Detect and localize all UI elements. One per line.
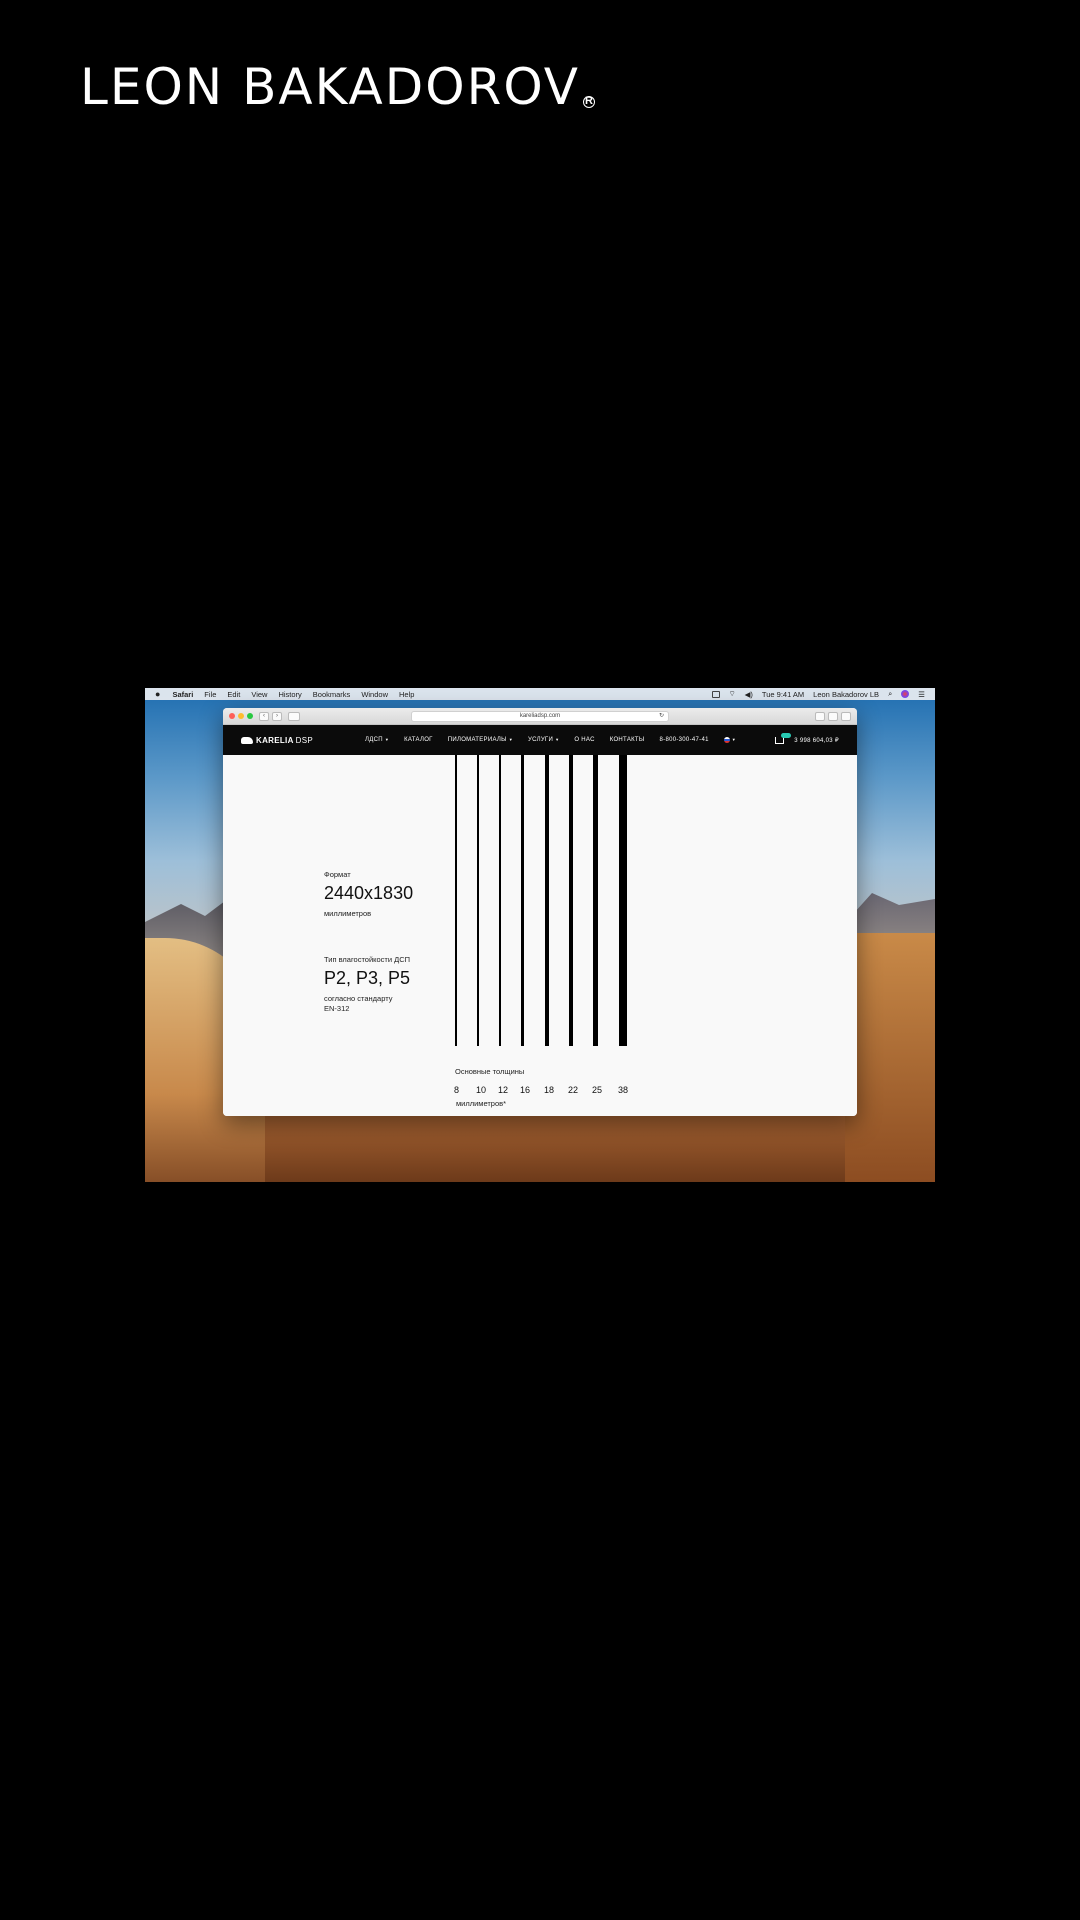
bear-logo-icon bbox=[241, 736, 253, 744]
close-window-icon[interactable] bbox=[229, 713, 235, 719]
nav-about[interactable]: О НАС bbox=[574, 737, 594, 743]
toolbar-right bbox=[812, 712, 851, 721]
moisture-standard: EN-312 bbox=[324, 1004, 350, 1013]
nav-services[interactable]: УСЛУГИ ▼ bbox=[528, 737, 559, 743]
thickness-bar bbox=[499, 755, 502, 1046]
thickness-value: 8 bbox=[454, 1085, 460, 1095]
thickness-bar bbox=[455, 755, 457, 1046]
menu-safari[interactable]: Safari bbox=[172, 690, 193, 699]
site-header: KARELIA DSP ЛДСП ▼ КАТАЛОГ ПИЛОМАТЕРИАЛЫ ▼… bbox=[223, 725, 857, 755]
nav-label: ПИЛОМАТЕРИАЛЫ bbox=[447, 737, 507, 743]
forward-button[interactable]: › bbox=[272, 711, 282, 721]
cart-button[interactable]: 3 998 604,03 ₽ bbox=[775, 732, 839, 744]
brand-logo: LEON BAKADOROV R bbox=[80, 62, 595, 112]
apple-menu-icon[interactable]: ● bbox=[155, 689, 160, 699]
moisture-note: согласно стандарту bbox=[324, 994, 393, 1003]
thickness-value: 38 bbox=[618, 1085, 629, 1095]
thickness-bar bbox=[545, 755, 549, 1046]
siri-icon[interactable] bbox=[901, 690, 910, 698]
thickness-unit: миллиметров* bbox=[456, 1099, 507, 1108]
registered-mark-icon: R bbox=[583, 96, 595, 108]
thickness-value: 18 bbox=[544, 1085, 555, 1095]
thickness-value: 25 bbox=[592, 1085, 603, 1095]
macos-desktop: ● Safari File Edit View History Bookmark… bbox=[145, 688, 935, 1182]
cart-icon bbox=[775, 732, 792, 744]
moisture-label: Тип влагостойкости ДСП bbox=[324, 955, 411, 964]
product-specs: Формат 2440x1830 миллиметров Тип влагост… bbox=[223, 755, 857, 1116]
thickness-value: 22 bbox=[568, 1085, 579, 1095]
wallpaper-dune bbox=[845, 933, 935, 1182]
format-unit: миллиметров bbox=[324, 909, 372, 918]
nav-label: УСЛУГИ bbox=[528, 737, 554, 743]
airplay-icon[interactable] bbox=[711, 690, 720, 698]
moisture-value: P2, P3, P5 bbox=[324, 968, 411, 988]
share-icon[interactable] bbox=[815, 712, 825, 721]
menu-edit[interactable]: Edit bbox=[227, 690, 240, 699]
nav-label: ЛДСП bbox=[365, 737, 383, 743]
menubar-status: ⌔ ◀) Tue 9:41 AM Leon Bakadorov LB ⌕ ☰ bbox=[703, 689, 925, 699]
cart-badge bbox=[781, 732, 792, 738]
back-button[interactable]: ‹ bbox=[259, 711, 269, 721]
url-text: kareliadsp.com bbox=[519, 713, 561, 719]
thickness-bar bbox=[477, 755, 479, 1046]
sidebar-toggle-icon[interactable] bbox=[288, 711, 300, 721]
thickness-bar bbox=[569, 755, 574, 1046]
format-value: 2440x1830 bbox=[324, 883, 414, 903]
logo-thin-text: DSP bbox=[295, 735, 314, 745]
zoom-window-icon[interactable] bbox=[247, 713, 253, 719]
russian-flag-icon bbox=[723, 736, 730, 743]
site-logo[interactable]: KARELIA DSP bbox=[241, 736, 313, 745]
menu-view[interactable]: View bbox=[251, 690, 267, 699]
nav-ldsp[interactable]: ЛДСП ▼ bbox=[365, 737, 389, 743]
menu-bookmarks[interactable]: Bookmarks bbox=[313, 690, 351, 699]
thickness-bar bbox=[619, 755, 627, 1046]
menu-file[interactable]: File bbox=[204, 690, 216, 699]
macos-menubar: ● Safari File Edit View History Bookmark… bbox=[145, 688, 935, 700]
thickness-value: 12 bbox=[498, 1085, 509, 1095]
nav-contacts[interactable]: КОНТАКТЫ bbox=[610, 737, 645, 743]
thickness-value: 10 bbox=[476, 1085, 487, 1095]
volume-icon[interactable]: ◀) bbox=[745, 690, 753, 699]
menu-help[interactable]: Help bbox=[399, 690, 414, 699]
wifi-icon[interactable]: ⌔ bbox=[729, 689, 736, 699]
language-selector[interactable]: ▼ bbox=[723, 736, 736, 744]
address-bar[interactable]: kareliadsp.com ↻ bbox=[411, 711, 669, 722]
logo-bold-text: KARELIA bbox=[256, 735, 294, 745]
new-tab-icon[interactable] bbox=[841, 712, 851, 721]
thickness-bar bbox=[593, 755, 598, 1046]
spotlight-icon[interactable]: ⌕ bbox=[888, 689, 892, 699]
tabs-overview-icon[interactable] bbox=[828, 712, 838, 721]
chevron-down-icon: ▼ bbox=[555, 737, 560, 742]
nav-catalog[interactable]: КАТАЛОГ bbox=[404, 737, 433, 743]
menu-window[interactable]: Window bbox=[361, 690, 388, 699]
notification-center-icon[interactable]: ☰ bbox=[918, 690, 925, 699]
thickness-bar bbox=[521, 755, 525, 1046]
safari-toolbar: ‹ › kareliadsp.com ↻ bbox=[223, 708, 857, 725]
reload-icon[interactable]: ↻ bbox=[659, 712, 664, 721]
cart-total: 3 998 604,03 ₽ bbox=[794, 737, 839, 744]
phone-link[interactable]: 8-800-300-47-41 bbox=[660, 737, 709, 743]
thickness-value: 16 bbox=[520, 1085, 531, 1095]
chevron-down-icon: ▼ bbox=[508, 737, 514, 742]
minimize-window-icon[interactable] bbox=[238, 713, 244, 719]
format-label: Формат bbox=[324, 870, 351, 879]
safari-window: ‹ › kareliadsp.com ↻ KARELIA DSP ЛДСП ▼ К… bbox=[223, 708, 857, 1116]
nav-lumber[interactable]: ПИЛОМАТЕРИАЛЫ ▼ bbox=[448, 737, 513, 743]
chevron-down-icon: ▼ bbox=[731, 737, 736, 743]
brand-name: LEON BAKADOROV bbox=[80, 58, 580, 116]
menubar-clock[interactable]: Tue 9:41 AM bbox=[762, 690, 804, 699]
menu-history[interactable]: History bbox=[278, 690, 301, 699]
thickness-label: Основные толщины bbox=[455, 1067, 525, 1076]
chevron-down-icon: ▼ bbox=[384, 737, 390, 742]
menubar-user[interactable]: Leon Bakadorov LB bbox=[813, 690, 879, 699]
